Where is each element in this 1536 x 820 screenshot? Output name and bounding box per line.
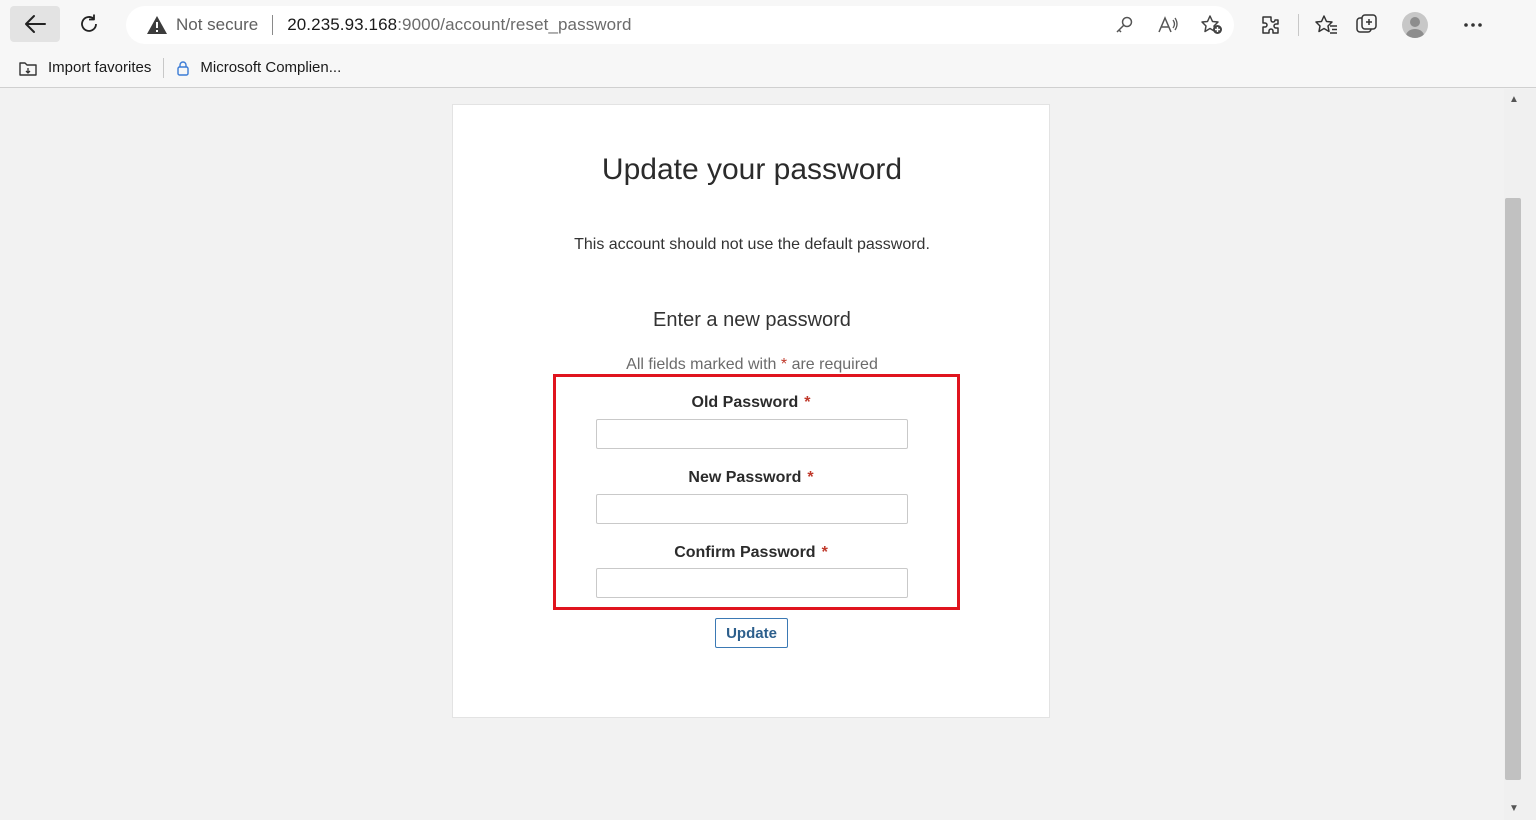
back-button[interactable] <box>10 6 60 42</box>
confirm-password-label: Confirm Password * <box>452 544 1050 562</box>
address-bar[interactable]: Not secure 20.235.93.168:9000/account/re… <box>126 6 1234 44</box>
collections-icon[interactable] <box>1347 7 1387 43</box>
field-label-text: Old Password <box>691 394 799 411</box>
add-favorite-icon[interactable] <box>1200 13 1224 37</box>
required-star: * <box>821 544 828 561</box>
bookmark-label: Microsoft Complien... <box>200 59 342 76</box>
import-icon <box>18 59 38 77</box>
key-icon[interactable] <box>1112 13 1136 37</box>
field-label-text: New Password <box>688 469 802 486</box>
warning-icon[interactable] <box>146 14 168 36</box>
browser-toolbar: Not secure 20.235.93.168:9000/account/re… <box>0 0 1536 48</box>
bookmark-microsoft-complien[interactable]: Microsoft Complien... <box>176 59 341 76</box>
refresh-icon <box>81 14 97 32</box>
required-note: All fields marked with * are required <box>453 356 1051 374</box>
refresh-button[interactable] <box>64 6 114 42</box>
extensions-icon[interactable] <box>1250 7 1290 43</box>
old-password-label: Old Password * <box>452 394 1050 412</box>
toolbar-separator <box>1298 14 1299 36</box>
required-star: * <box>804 394 811 411</box>
scroll-up-icon[interactable]: ▲ <box>1509 94 1519 105</box>
required-note-suffix: are required <box>791 356 878 373</box>
scrollbar-thumb[interactable] <box>1505 198 1521 780</box>
new-password-input[interactable] <box>596 494 908 524</box>
page-subtitle: This account should not use the default … <box>574 236 930 253</box>
lock-icon <box>176 60 190 76</box>
required-star: * <box>807 469 814 486</box>
bookmark-import-favorites[interactable]: Import favorites <box>18 59 151 77</box>
required-note-prefix: All fields marked with <box>626 356 777 373</box>
required-star: * <box>780 356 788 373</box>
profile-avatar-icon <box>1402 12 1428 38</box>
page-title: Update your password <box>601 153 903 186</box>
url-text[interactable]: 20.235.93.168:9000/account/reset_passwor… <box>287 15 631 35</box>
url-path: :9000/account/reset_password <box>397 15 632 34</box>
bookmark-separator <box>163 57 165 78</box>
update-button[interactable]: Update <box>715 618 788 648</box>
bookmarks-bar: Import favorites Microsoft Complien... <box>0 48 1536 88</box>
favorites-icon[interactable] <box>1307 7 1347 43</box>
confirm-password-input[interactable] <box>596 568 908 598</box>
read-aloud-icon[interactable] <box>1156 13 1180 37</box>
back-arrow-icon <box>25 15 46 33</box>
bookmark-label: Import favorites <box>48 59 152 76</box>
address-separator <box>272 15 274 35</box>
new-password-label: New Password * <box>452 469 1050 487</box>
field-label-text: Confirm Password <box>674 544 816 561</box>
not-secure-label[interactable]: Not secure <box>176 15 258 35</box>
old-password-input[interactable] <box>596 419 908 449</box>
section-title: Enter a new password <box>653 309 851 331</box>
url-host: 20.235.93.168 <box>287 15 398 34</box>
more-icon[interactable] <box>1443 7 1503 43</box>
profile-button[interactable] <box>1387 7 1443 43</box>
scroll-down-icon[interactable]: ▼ <box>1509 803 1519 814</box>
